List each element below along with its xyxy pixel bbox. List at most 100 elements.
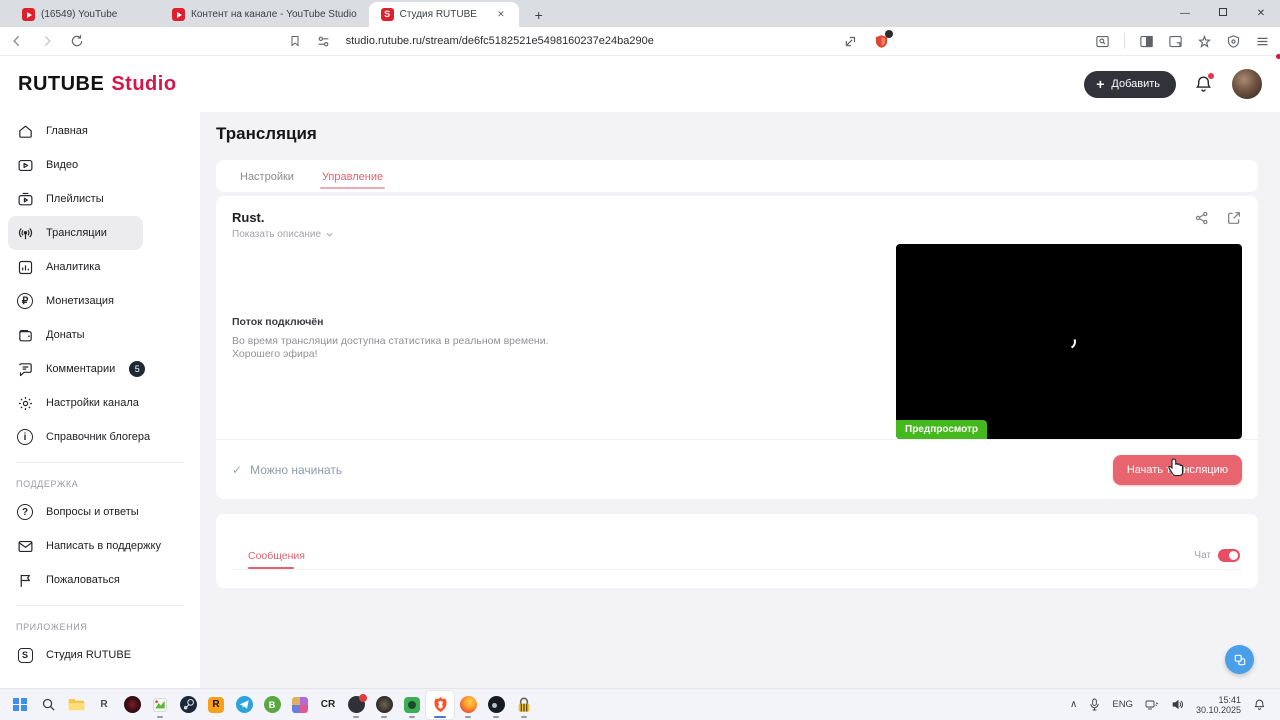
clock-date: 30.10.2025 bbox=[1195, 704, 1241, 715]
ready-label: Можно начинать bbox=[250, 462, 343, 477]
sidebar-item-channel-settings[interactable]: Настройки канала bbox=[0, 386, 200, 420]
sidebar-item-label: Студия RUTUBE bbox=[46, 649, 132, 661]
forward-button[interactable] bbox=[40, 34, 54, 48]
window-minimize-button[interactable]: — bbox=[1166, 0, 1204, 27]
taskbar-search-button[interactable] bbox=[34, 691, 62, 719]
stream-footer: ✓ Можно начинать Начать трансляцию bbox=[216, 439, 1258, 499]
browser-menu-icon[interactable] bbox=[1255, 34, 1270, 49]
browser-tab-rutube-studio[interactable]: Студия RUTUBE ✕ bbox=[368, 2, 519, 27]
notifications-button[interactable] bbox=[1194, 73, 1214, 94]
rutube-studio-logo[interactable]: RUTUBE Studio bbox=[18, 54, 1280, 96]
stream-title: Rust. bbox=[232, 210, 265, 225]
tab-messages[interactable]: Сообщения bbox=[248, 550, 305, 562]
ruble-icon: ₽ bbox=[16, 292, 34, 310]
browser-tab-youtube-studio[interactable]: Контент на канале - YouTube Studio bbox=[160, 2, 369, 27]
sidebar-item-home[interactable]: Главная bbox=[0, 114, 200, 148]
language-indicator[interactable]: ENG bbox=[1112, 699, 1133, 710]
sidebar-item-analytics[interactable]: Аналитика bbox=[0, 250, 200, 284]
sidebar-item-broadcasts[interactable]: Трансляции bbox=[8, 216, 143, 250]
steam2-button[interactable] bbox=[482, 691, 510, 719]
header-actions: + Добавить bbox=[1084, 69, 1262, 99]
letter-s-glyph: S bbox=[17, 647, 33, 663]
add-button[interactable]: + Добавить bbox=[1084, 70, 1176, 98]
sidebar-item-video[interactable]: Видео bbox=[0, 148, 200, 182]
steam2-dot bbox=[491, 703, 497, 708]
window-close-button[interactable]: ✕ bbox=[1242, 0, 1280, 27]
afterburner-button[interactable] bbox=[146, 691, 174, 719]
bookmark-icon[interactable] bbox=[289, 34, 301, 48]
start-button[interactable] bbox=[6, 691, 34, 719]
back-button[interactable] bbox=[10, 34, 24, 48]
adblock-extension-icon[interactable] bbox=[874, 30, 894, 49]
lock-app-button[interactable] bbox=[510, 691, 538, 719]
clock[interactable]: 15:41 30.10.2025 bbox=[1196, 695, 1241, 715]
padlock-icon bbox=[518, 697, 530, 712]
sidebar-item-donations[interactable]: Донаты bbox=[0, 318, 200, 352]
telegram-button[interactable] bbox=[230, 691, 258, 719]
share-page-icon[interactable] bbox=[844, 34, 858, 48]
tab-title: (16549) YouTube bbox=[41, 9, 118, 20]
video-preview[interactable]: Предпросмотр bbox=[896, 244, 1242, 439]
broadcast-icon bbox=[16, 224, 34, 242]
game-app-button[interactable] bbox=[370, 691, 398, 719]
status-title: Поток подключён bbox=[232, 316, 324, 328]
cr-app-button[interactable]: CR bbox=[314, 691, 342, 719]
sidebar-item-report[interactable]: Пожаловаться bbox=[0, 563, 200, 597]
browser-tab-youtube[interactable]: (16549) YouTube bbox=[10, 2, 160, 27]
sidebar-item-rutube-studio-app[interactable]: S Студия RUTUBE bbox=[0, 638, 200, 672]
open-external-icon[interactable] bbox=[1226, 210, 1242, 226]
rockstar-button[interactable]: R bbox=[202, 691, 230, 719]
network-icon[interactable] bbox=[1145, 699, 1159, 711]
sidebar-section-support: ПОДДЕРЖКА bbox=[16, 479, 79, 489]
tab-control[interactable]: Управление bbox=[319, 171, 386, 192]
share-icon[interactable] bbox=[1194, 210, 1210, 226]
tab-close-icon[interactable]: ✕ bbox=[495, 7, 507, 22]
url-text[interactable]: studio.rutube.ru/stream/de6fc5182521e549… bbox=[346, 35, 654, 47]
volume-icon[interactable] bbox=[1171, 698, 1184, 711]
firefox-button[interactable] bbox=[454, 691, 482, 719]
find-in-page-icon[interactable] bbox=[1095, 34, 1110, 49]
video-icon bbox=[16, 156, 34, 174]
notification-badge bbox=[358, 694, 367, 702]
studio-app-icon: S bbox=[16, 646, 34, 664]
microphone-icon[interactable] bbox=[1089, 698, 1100, 711]
file-explorer-button[interactable] bbox=[62, 691, 90, 719]
b-app-icon: B bbox=[263, 696, 281, 713]
stream-card-actions bbox=[1194, 210, 1242, 226]
status-line: Хорошего эфира! bbox=[232, 348, 318, 360]
sidebar-panel-icon[interactable] bbox=[1139, 34, 1154, 49]
colorful-app-button[interactable] bbox=[286, 691, 314, 719]
r-app-button[interactable]: R bbox=[90, 691, 118, 719]
chat-app-button[interactable] bbox=[342, 691, 370, 719]
privacy-shield-icon[interactable] bbox=[1226, 34, 1241, 49]
feedback-fab-button[interactable] bbox=[1225, 645, 1254, 674]
dark-app-button[interactable] bbox=[118, 691, 146, 719]
tab-settings[interactable]: Настройки bbox=[240, 171, 294, 192]
sidebar-item-faq[interactable]: ? Вопросы и ответы bbox=[0, 495, 200, 529]
sidebar-item-contact-support[interactable]: Написать в поддержку bbox=[0, 529, 200, 563]
window-maximize-button[interactable] bbox=[1204, 0, 1242, 27]
check-icon: ✓ bbox=[232, 462, 243, 477]
chat-toggle[interactable] bbox=[1218, 549, 1240, 562]
sidebar-item-monetization[interactable]: ₽ Монетизация bbox=[0, 284, 200, 318]
brave-button[interactable] bbox=[426, 690, 454, 719]
r-app-icon: R bbox=[100, 699, 108, 710]
tray-expand-icon[interactable]: ∧ bbox=[1070, 699, 1077, 710]
tab-group-icon[interactable] bbox=[1168, 34, 1183, 49]
capture-app-button[interactable] bbox=[398, 691, 426, 719]
new-tab-button[interactable]: + bbox=[529, 7, 549, 27]
sidebar-item-playlists[interactable]: Плейлисты bbox=[0, 182, 200, 216]
reload-button[interactable] bbox=[70, 34, 84, 48]
sidebar-item-label: Плейлисты bbox=[46, 193, 104, 205]
show-description-toggle[interactable]: Показать описание bbox=[232, 229, 334, 240]
logo-studio-text: Studio bbox=[111, 72, 177, 95]
site-settings-icon[interactable] bbox=[317, 35, 330, 48]
sidebar-item-blogger-guide[interactable]: i Справочник блогера bbox=[0, 420, 200, 454]
bnet-button[interactable]: B bbox=[258, 691, 286, 719]
steam-button[interactable] bbox=[174, 691, 202, 719]
sidebar-item-comments[interactable]: Комментарии 5 bbox=[0, 352, 200, 386]
game-app-icon bbox=[375, 696, 393, 713]
notification-center-icon[interactable] bbox=[1253, 698, 1266, 711]
avatar[interactable] bbox=[1232, 69, 1262, 99]
favorites-star-icon[interactable] bbox=[1197, 34, 1212, 49]
